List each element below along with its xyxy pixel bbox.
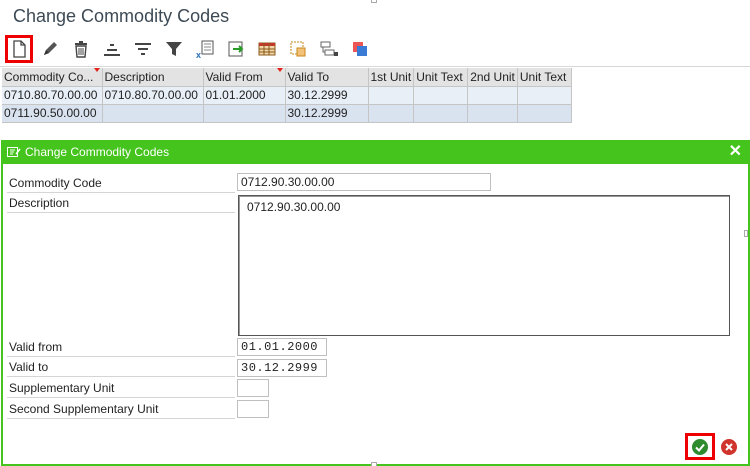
cell-valid-from[interactable]: 01.01.2000 [203,86,286,105]
valid-from-label: Valid from [7,337,235,357]
cell-commodity-code[interactable]: 0711.90.50.00.00 [2,104,103,123]
commodity-code-label: Commodity Code [7,173,235,193]
table-layout-button[interactable] [253,35,281,63]
export-file-icon [228,41,244,57]
commodity-code-field[interactable]: 0712.90.30.00.00 [237,173,491,191]
edit-window-icon [7,147,21,157]
new-document-icon [13,40,26,58]
second-supplementary-unit-field[interactable] [237,400,269,418]
column-header-commodity-code[interactable]: Commodity Co... [2,68,103,87]
cell-description[interactable] [102,104,204,123]
screen: Change Commodity Codes x Commodity Co...… [0,0,750,466]
column-header-valid-from[interactable]: Valid From [203,68,286,87]
description-textarea[interactable]: 0712.90.30.00.00 [238,195,730,336]
cell-1st-unit[interactable] [368,104,415,123]
sort-ascending-icon [104,44,120,56]
delete-button[interactable] [67,35,95,63]
cell-valid-to[interactable]: 30.12.2999 [285,86,369,105]
column-header-1st-unit[interactable]: 1st Unit [368,68,415,87]
column-header-description[interactable]: Description [102,68,204,87]
resize-handle-top[interactable] [371,0,377,3]
new-entry-button[interactable] [5,35,33,63]
svg-text:x: x [196,50,201,59]
description-label: Description [7,193,235,213]
sort-ascending-button[interactable] [98,35,126,63]
valid-from-field[interactable]: 01.01.2000 [237,338,327,356]
resize-handle-right[interactable] [744,230,748,237]
copy-button[interactable] [346,35,374,63]
delete-trash-icon [75,41,87,58]
second-supplementary-unit-label: Second Supplementary Unit [7,399,235,419]
export-excel-icon: x [196,40,214,59]
sort-marker-icon [276,68,283,72]
cell-1st-unit[interactable] [368,86,415,105]
checkmark-icon [692,438,708,455]
cell-valid-from[interactable] [203,104,286,123]
cell-unit-text-2[interactable] [517,86,572,105]
sort-descending-button[interactable] [129,35,157,63]
select-layout-icon [320,41,338,56]
cell-2nd-unit[interactable] [467,104,518,123]
resize-handle-bottom[interactable] [371,462,377,466]
column-header-unit-text-2[interactable]: Unit Text [517,68,572,87]
export-excel-button[interactable]: x [191,35,219,63]
supplementary-unit-field[interactable] [237,379,269,397]
filter-button[interactable] [160,35,188,63]
export-file-button[interactable] [222,35,250,63]
cell-commodity-code[interactable]: 0710.80.70.00.00 [2,86,103,105]
valid-to-label: Valid to [7,357,235,377]
valid-to-field[interactable]: 30.12.2999 [237,359,327,377]
toolbar: x [5,34,377,64]
cell-valid-to[interactable]: 30.12.2999 [285,104,369,123]
column-header-unit-text[interactable]: Unit Text [413,68,469,87]
cell-unit-text[interactable] [413,86,469,105]
cell-description[interactable]: 0710.80.70.00.00 [102,86,204,105]
copy-icon [353,42,367,56]
change-layout-icon [290,41,306,57]
table-header-row: Commodity Co... Description Valid From V… [2,68,572,87]
table-row[interactable]: 0710.80.70.00.00 0710.80.70.00.00 01.01.… [2,86,572,105]
sort-marker-icon [93,68,100,72]
change-commodity-dialog: Change Commodity Codes ✕ Commodity Code … [1,140,750,466]
table-row[interactable]: 0711.90.50.00.00 30.12.2999 [2,104,572,123]
supplementary-unit-label: Supplementary Unit [7,378,235,398]
cell-2nd-unit[interactable] [467,86,518,105]
sort-descending-icon [135,43,151,55]
page-title: Change Commodity Codes [13,6,230,26]
cancel-icon [721,439,737,455]
confirm-button[interactable] [685,433,715,460]
cancel-button[interactable] [719,437,739,457]
table-layout-icon [258,42,276,56]
toolbar-divider [0,66,750,67]
close-icon[interactable]: ✕ [729,143,742,161]
cell-unit-text-2[interactable] [517,104,572,123]
dialog-header[interactable]: Change Commodity Codes ✕ [3,140,748,164]
commodity-table: Commodity Co... Description Valid From V… [2,68,572,123]
edit-button[interactable] [36,35,64,63]
dialog-title: Change Commodity Codes [25,145,170,159]
column-header-2nd-unit[interactable]: 2nd Unit [467,68,518,87]
change-layout-button[interactable] [284,35,312,63]
cell-unit-text[interactable] [413,104,469,123]
filter-icon [166,42,182,56]
select-layout-button[interactable] [315,35,343,63]
edit-pencil-icon [44,42,57,55]
column-header-valid-to[interactable]: Valid To [285,68,369,87]
